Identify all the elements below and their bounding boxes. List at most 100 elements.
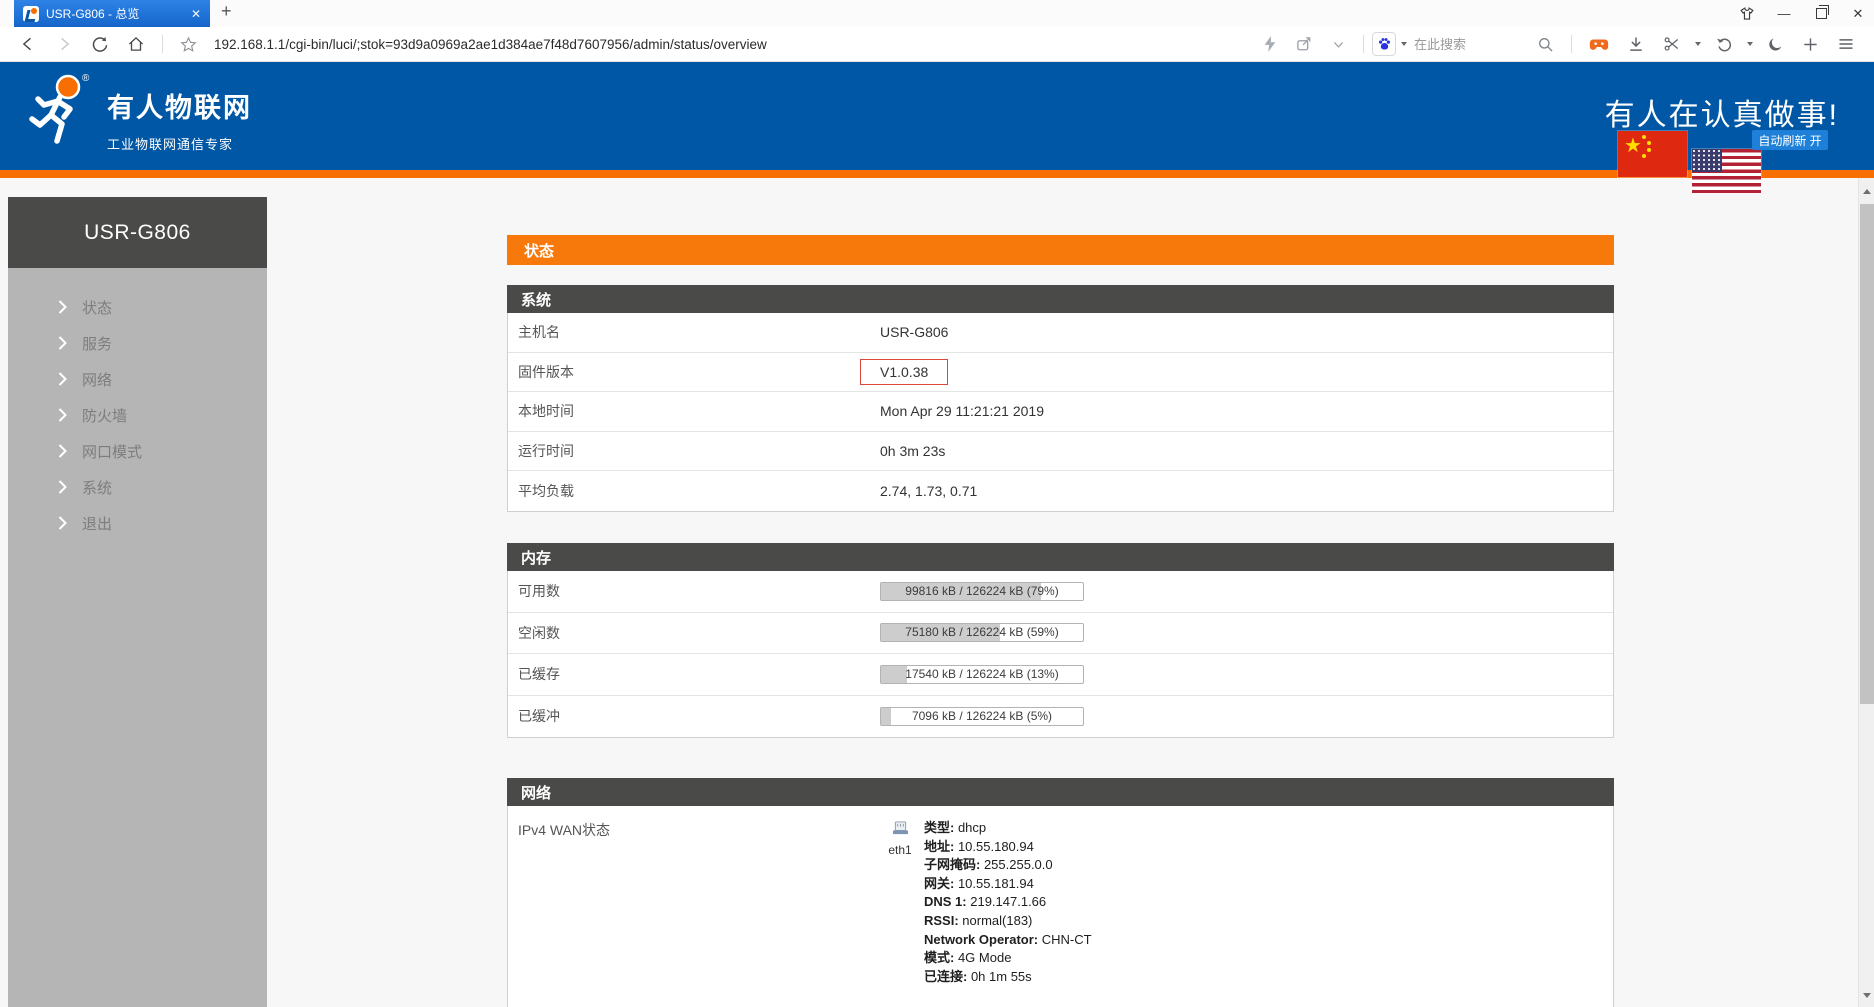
address-bar-right: [1254, 32, 1864, 56]
chevron-right-icon: [58, 408, 67, 422]
progress-text: 75180 kB / 126224 kB (59%): [881, 624, 1083, 641]
ethernet-icon: [892, 821, 909, 837]
refresh-icon[interactable]: [91, 35, 109, 53]
auto-refresh-toggle[interactable]: 自动刷新 开: [1752, 130, 1828, 150]
wan-detail-key: DNS 1:: [924, 894, 970, 909]
chevron-down-icon[interactable]: [1331, 37, 1346, 52]
sidebar-item-system[interactable]: 系统: [8, 469, 267, 505]
back-icon[interactable]: [19, 35, 37, 53]
restore-button[interactable]: [1813, 6, 1829, 22]
wan-interface-name: eth1: [880, 843, 920, 857]
sidebar-item-label: 防火墙: [82, 405, 127, 426]
table-row: 本地时间 Mon Apr 29 11:21:21 2019: [508, 392, 1613, 432]
usa-flag[interactable]: [1692, 149, 1761, 193]
system-table-body: 主机名 USR-G806 固件版本 V1.0.38 本地时间 Mon Apr 2…: [507, 313, 1614, 512]
memory-progressbar: 7096 kB / 126224 kB (5%): [880, 707, 1084, 726]
sidebar-item-network[interactable]: 网络: [8, 361, 267, 397]
window-controls: — ✕: [1739, 0, 1866, 27]
home-icon[interactable]: [127, 35, 145, 53]
tab-bar: USR-G806 - 总览 ✕ + — ✕: [0, 0, 1874, 27]
brand-title: 有人物联网: [107, 86, 252, 125]
memory-progressbar: 75180 kB / 126224 kB (59%): [880, 623, 1084, 642]
url-field[interactable]: 192.168.1.1/cgi-bin/luci/;stok=93d9a0969…: [214, 37, 1254, 52]
wan-detail-key: 地址:: [924, 839, 958, 854]
search-input[interactable]: [1412, 36, 1528, 53]
sidebar-item-firewall[interactable]: 防火墙: [8, 397, 267, 433]
wan-detail-value: 255.255.0.0: [984, 857, 1053, 872]
wan-detail-value: dhcp: [958, 820, 986, 835]
sidebar-item-services[interactable]: 服务: [8, 325, 267, 361]
row-value: V1.0.38: [880, 359, 948, 385]
wan-detail-line: 类型: dhcp: [924, 819, 1092, 838]
sidebar-item-status[interactable]: 状态: [8, 289, 267, 325]
baidu-search-engine-icon[interactable]: [1372, 32, 1396, 56]
row-label: 已缓存: [508, 664, 880, 684]
usr-logo: ®: [24, 71, 96, 158]
wan-status-row: IPv4 WAN状态 eth1 类型: dhcp地址: 10.55.180.94…: [508, 806, 1613, 986]
minimize-button[interactable]: —: [1776, 6, 1792, 22]
wan-detail-key: 子网掩码:: [924, 857, 984, 872]
new-tab-button[interactable]: +: [221, 1, 232, 22]
table-row: 可用数 99816 kB / 126224 kB (79%): [508, 571, 1613, 613]
wan-detail-line: 已连接: 0h 1m 55s: [924, 968, 1092, 987]
scrollbar-up-arrow[interactable]: [1863, 189, 1871, 194]
sidebar-item-portmode[interactable]: 网口模式: [8, 433, 267, 469]
sidebar-item-label: 系统: [82, 477, 112, 498]
section-system-title: 系统: [507, 285, 1614, 313]
wan-detail-line: 子网掩码: 255.255.0.0: [924, 856, 1092, 875]
page-scrollbar[interactable]: [1858, 178, 1874, 1007]
wan-detail-key: RSSI:: [924, 913, 962, 928]
close-button[interactable]: ✕: [1850, 6, 1866, 22]
header-slogan: 有人在认真做事!: [1605, 90, 1839, 134]
usr-favicon: [23, 6, 39, 22]
browser-tab[interactable]: USR-G806 - 总览 ✕: [14, 0, 210, 27]
undo-icon[interactable]: [1715, 35, 1733, 53]
section-network: 网络 IPv4 WAN状态 eth1 类型: dhcp地址:: [507, 778, 1614, 1007]
wan-status-value: eth1 类型: dhcp地址: 10.55.180.94子网掩码: 255.2…: [880, 819, 1092, 986]
row-label: 主机名: [508, 322, 880, 342]
scrollbar-down-arrow[interactable]: [1863, 993, 1871, 998]
bookmark-star-icon[interactable]: [180, 36, 197, 53]
sidebar-item-label: 状态: [82, 297, 112, 318]
download-icon[interactable]: [1627, 35, 1645, 53]
browser-skin-icon[interactable]: [1739, 6, 1755, 22]
wan-detail-line: 地址: 10.55.180.94: [924, 838, 1092, 857]
wan-detail-line: RSSI: normal(183): [924, 912, 1092, 931]
wan-detail-key: 网关:: [924, 876, 958, 891]
search-engine-caret[interactable]: [1401, 42, 1407, 46]
brand-block: 有人物联网 工业物联网通信专家: [107, 86, 252, 153]
scrollbar-thumb[interactable]: [1860, 204, 1874, 704]
china-flag[interactable]: ★: [1618, 131, 1687, 177]
table-row: 主机名 USR-G806: [508, 313, 1613, 353]
night-mode-moon-icon[interactable]: [1767, 36, 1784, 53]
wan-detail-lines: 类型: dhcp地址: 10.55.180.94子网掩码: 255.255.0.…: [924, 819, 1092, 986]
progress-text: 99816 kB / 126224 kB (79%): [881, 583, 1083, 600]
add-plus-icon[interactable]: [1802, 36, 1819, 53]
menu-hamburger-icon[interactable]: [1837, 35, 1855, 53]
wan-detail-value: CHN-CT: [1042, 932, 1092, 947]
row-value: 2.74, 1.73, 0.71: [880, 483, 977, 499]
forward-icon[interactable]: [55, 35, 73, 53]
sidebar-item-label: 网口模式: [82, 441, 142, 462]
search-magnifier-icon[interactable]: [1537, 36, 1554, 53]
row-label: 本地时间: [508, 401, 880, 421]
wan-interface: eth1: [880, 821, 920, 857]
table-row: 固件版本 V1.0.38: [508, 353, 1613, 393]
wan-detail-line: Network Operator: CHN-CT: [924, 931, 1092, 950]
share-icon[interactable]: [1295, 35, 1313, 53]
speed-mode-icon[interactable]: [1263, 36, 1277, 52]
memory-progressbar: 17540 kB / 126224 kB (13%): [880, 665, 1084, 684]
chevron-right-icon: [58, 444, 67, 458]
tab-close-icon[interactable]: ✕: [191, 8, 201, 20]
table-row: 空闲数 75180 kB / 126224 kB (59%): [508, 613, 1613, 655]
undo-caret[interactable]: [1747, 42, 1753, 46]
network-table-body: IPv4 WAN状态 eth1 类型: dhcp地址: 10.55.180.94…: [507, 806, 1614, 1007]
scissors-caret[interactable]: [1695, 42, 1701, 46]
row-value: 0h 3m 23s: [880, 443, 945, 459]
game-center-icon[interactable]: [1589, 36, 1609, 53]
screenshot-scissors-icon[interactable]: [1663, 35, 1681, 53]
sidebar-item-logout[interactable]: 退出: [8, 505, 267, 541]
wan-detail-value: 0h 1m 55s: [971, 969, 1032, 984]
chevron-right-icon: [58, 300, 67, 314]
progress-text: 17540 kB / 126224 kB (13%): [881, 666, 1083, 683]
